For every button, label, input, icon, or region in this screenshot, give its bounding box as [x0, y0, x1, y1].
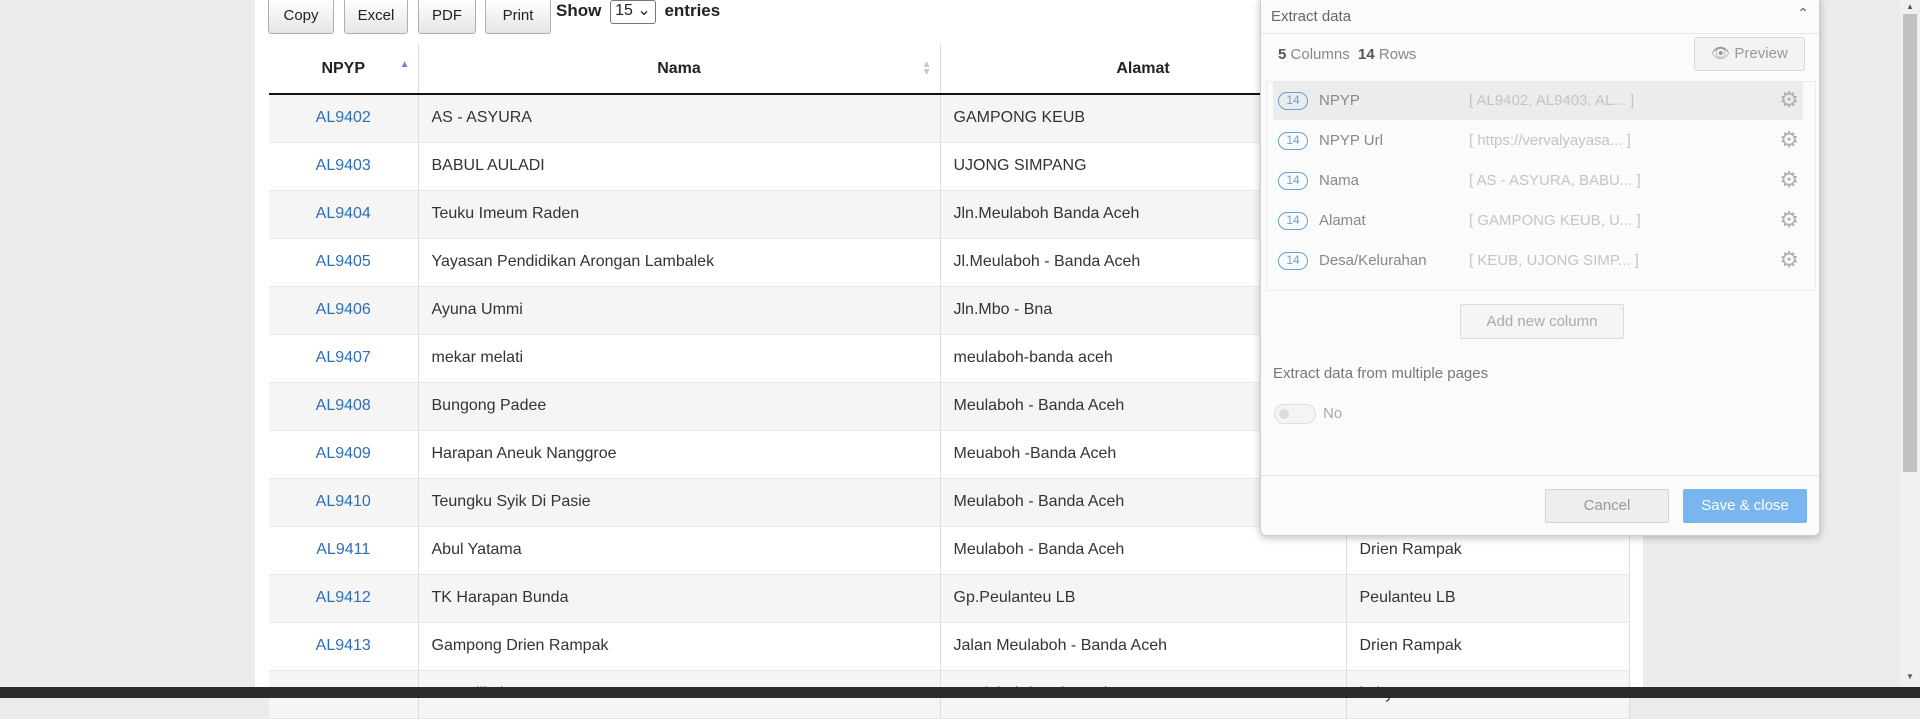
add-column-button[interactable]: Add new column — [1460, 304, 1624, 339]
npyp-link[interactable]: AL9404 — [269, 190, 419, 239]
print-button[interactable]: Print — [485, 0, 551, 34]
multi-page-label: Extract data from multiple pages — [1273, 365, 1489, 382]
row-count-badge: 14 — [1278, 252, 1308, 270]
row-count-badge: 14 — [1278, 92, 1308, 110]
divider — [1261, 475, 1819, 476]
nama-cell: AS - ASYURA — [418, 94, 941, 143]
row-count-badge: 14 — [1278, 172, 1308, 190]
gear-icon[interactable]: ⚙ — [1779, 127, 1799, 153]
row-count-badge: 14 — [1278, 132, 1308, 150]
multi-page-toggle[interactable] — [1274, 404, 1316, 424]
table-row: AL9413 Gampong Drien Rampak Jalan Meulaboh… — [269, 622, 1630, 671]
column-header-nama[interactable]: Nama ▲ ▼ — [418, 44, 941, 95]
toggle-label: No — [1323, 405, 1343, 422]
npyp-link[interactable]: AL9408 — [269, 382, 419, 431]
extract-column-row[interactable]: 14 Desa/Kelurahan [ KEUB, UJONG SIMP... ] ⚙ — [1273, 242, 1803, 280]
panel-title: Extract data — [1271, 8, 1352, 25]
nama-cell: Teuku Imeum Raden — [418, 190, 941, 239]
nama-cell: Gampong Drien Rampak — [418, 622, 941, 671]
cancel-button[interactable]: Cancel — [1545, 489, 1669, 523]
gear-icon[interactable]: ⚙ — [1779, 247, 1799, 273]
nama-cell: Bungong Padee — [418, 382, 941, 431]
table-row: AL9412 TK Harapan Bunda Gp.Peulanteu LB Peu… — [269, 574, 1630, 623]
show-label: Show — [556, 1, 602, 20]
extract-column-row[interactable]: 14 NPYP Url [ https://vervalyayasa... ] ⚙ — [1273, 122, 1803, 160]
npyp-link[interactable]: AL9413 — [269, 622, 419, 671]
column-name: NPYP — [1319, 92, 1360, 109]
column-sample: [ https://vervalyayasa... ] — [1469, 132, 1631, 149]
scroll-up-icon[interactable]: ▲ — [1900, 0, 1920, 14]
summary-counts: 5 Columns 14 Rows — [1278, 46, 1417, 63]
desa-cell: Peulanteu LB — [1346, 574, 1630, 623]
scroll-down-icon[interactable]: ▼ — [1900, 670, 1920, 684]
alamat-cell: Gp.Peulanteu LB — [940, 574, 1347, 623]
column-sample: [ GAMPONG KEUB, U... ] — [1469, 212, 1641, 229]
column-name: Alamat — [1319, 212, 1366, 229]
nama-cell: TK Harapan Bunda — [418, 574, 941, 623]
npyp-link[interactable]: AL9409 — [269, 430, 419, 479]
extract-column-row[interactable]: 14 NPYP [ AL9402, AL9403, AL... ] ⚙ — [1273, 82, 1803, 120]
npyp-link[interactable]: AL9403 — [269, 142, 419, 191]
extract-column-row[interactable]: 14 Nama [ AS - ASYURA, BABU... ] ⚙ — [1273, 162, 1803, 200]
entries-length-control: Show 15 ⌄ entries — [556, 0, 720, 24]
pdf-button[interactable]: PDF — [418, 0, 476, 34]
nama-cell: BABUL AULADI — [418, 142, 941, 191]
scroll-thumb[interactable] — [1903, 14, 1917, 472]
nama-cell: Abul Yatama — [418, 526, 941, 575]
gear-icon[interactable]: ⚙ — [1779, 207, 1799, 233]
nama-cell: Ayuna Ummi — [418, 286, 941, 335]
gear-icon[interactable]: ⚙ — [1779, 87, 1799, 113]
extract-column-row[interactable]: 14 Alamat [ GAMPONG KEUB, U... ] ⚙ — [1273, 202, 1803, 240]
npyp-link[interactable]: AL9412 — [269, 574, 419, 623]
entries-label: entries — [664, 1, 721, 20]
column-sample: [ AS - ASYURA, BABU... ] — [1469, 172, 1641, 189]
entries-select[interactable]: 15 ⌄ — [610, 0, 656, 24]
nama-cell: Yayasan Pendidikan Arongan Lambalek — [418, 238, 941, 287]
chevron-down-icon: ⌄ — [637, 2, 651, 19]
column-name: Desa/Kelurahan — [1319, 252, 1427, 269]
extract-data-panel: Extract data ⌃ 5 Columns 14 Rows 👁 Previ… — [1260, 0, 1820, 536]
divider — [1261, 33, 1819, 34]
sort-asc-icon: ▲ — [399, 59, 410, 70]
nama-cell: Harapan Aneuk Nanggroe — [418, 430, 941, 479]
taskbar — [0, 687, 1920, 698]
npyp-link[interactable]: AL9402 — [269, 94, 419, 143]
column-name: NPYP Url — [1319, 132, 1383, 149]
nama-cell: Teungku Syik Di Pasie — [418, 478, 941, 527]
toggle-knob — [1279, 409, 1289, 419]
npyp-link[interactable]: AL9410 — [269, 478, 419, 527]
gear-icon[interactable]: ⚙ — [1779, 167, 1799, 193]
copy-button[interactable]: Copy — [268, 0, 334, 34]
excel-button[interactable]: Excel — [344, 0, 408, 34]
nama-cell: mekar melati — [418, 334, 941, 383]
preview-button[interactable]: 👁 Preview — [1694, 37, 1805, 71]
row-count-badge: 14 — [1278, 212, 1308, 230]
alamat-cell: Jalan Meulaboh - Banda Aceh — [940, 622, 1347, 671]
column-sample: [ KEUB, UJONG SIMP... ] — [1469, 252, 1639, 269]
npyp-link[interactable]: AL9407 — [269, 334, 419, 383]
column-sample: [ AL9402, AL9403, AL... ] — [1469, 92, 1635, 109]
desa-cell: Drien Rampak — [1346, 622, 1630, 671]
eye-icon: 👁 — [1711, 45, 1731, 62]
column-header-npyp[interactable]: NPYP ▲ — [269, 44, 419, 95]
chevron-up-icon[interactable]: ⌃ — [1797, 5, 1809, 22]
page-scrollbar[interactable]: ▲ ▼ — [1900, 0, 1920, 698]
column-name: Nama — [1319, 172, 1360, 189]
npyp-link[interactable]: AL9405 — [269, 238, 419, 287]
npyp-link[interactable]: AL9406 — [269, 286, 419, 335]
entries-value: 15 — [615, 2, 633, 19]
npyp-link[interactable]: AL9411 — [269, 526, 419, 575]
save-close-button[interactable]: Save & close — [1683, 489, 1807, 523]
sort-both-icon: ▲ ▼ — [921, 59, 932, 78]
